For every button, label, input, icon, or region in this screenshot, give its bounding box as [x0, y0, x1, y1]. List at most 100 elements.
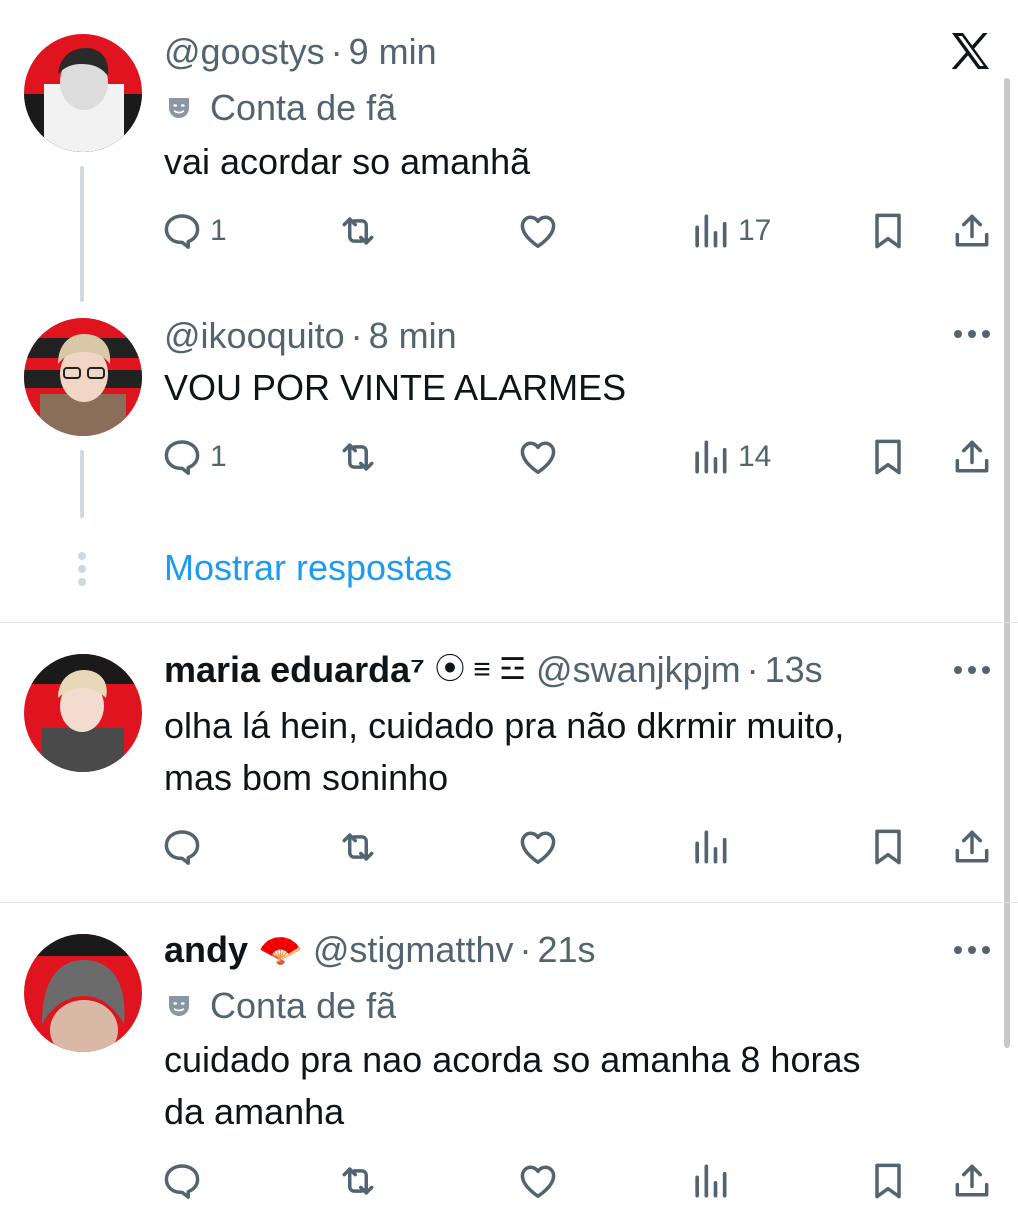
avatar[interactable]: [24, 654, 142, 772]
share-button[interactable]: [950, 206, 994, 256]
reply-text: vai acordar so amanhã: [164, 136, 530, 188]
timestamp[interactable]: 9 min: [349, 30, 437, 74]
display-name[interactable]: andy: [164, 928, 248, 972]
more-options-button[interactable]: [954, 940, 994, 960]
show-replies-link[interactable]: Mostrar respostas: [164, 546, 452, 590]
like-button[interactable]: [516, 206, 560, 256]
user-handle[interactable]: @goostys: [164, 30, 325, 74]
dot: [78, 565, 86, 573]
reply-icon: [160, 1159, 204, 1203]
thread-connector: [80, 450, 84, 518]
timestamp[interactable]: 8 min: [369, 314, 457, 358]
views-count: 14: [738, 440, 772, 473]
user-handle[interactable]: @stigmatthv: [313, 928, 514, 972]
separator: ·: [746, 649, 759, 690]
fan-account-label: Conta de fã: [164, 86, 396, 130]
bookmark-icon: [866, 209, 910, 253]
reply-button[interactable]: [160, 1156, 204, 1206]
reply-text: olha lá hein, cuidado pra não dkrmir mui…: [164, 700, 844, 752]
dot: [954, 946, 962, 954]
more-options-button[interactable]: [954, 660, 994, 680]
reply-text: VOU POR VINTE ALARMES: [164, 362, 626, 414]
reply-header: @ikooquito · 8 min: [164, 314, 457, 358]
reply-button[interactable]: [160, 822, 204, 872]
reply-button[interactable]: 1: [160, 206, 227, 256]
views-button[interactable]: [688, 822, 732, 872]
user-handle[interactable]: @ikooquito: [164, 314, 345, 358]
like-button[interactable]: [516, 1156, 560, 1206]
bookmark-button[interactable]: [866, 1156, 910, 1206]
dot: [954, 666, 962, 674]
dot: [968, 666, 976, 674]
avatar[interactable]: [24, 318, 142, 436]
dot: [982, 666, 990, 674]
retweet-icon: [336, 435, 380, 479]
like-button[interactable]: [516, 822, 560, 872]
fan-account-label: Conta de fã: [164, 984, 396, 1028]
share-icon: [950, 1159, 994, 1203]
more-options-button[interactable]: [954, 324, 994, 344]
thread-connector: [80, 166, 84, 302]
reply-count: 1: [210, 440, 227, 473]
views-count: 17: [738, 214, 772, 247]
display-name[interactable]: maria eduarda⁷: [164, 648, 425, 692]
views-icon: [688, 825, 732, 869]
retweet-icon: [336, 209, 380, 253]
share-icon: [950, 825, 994, 869]
dot: [954, 330, 962, 338]
like-button[interactable]: [516, 432, 560, 482]
views-button[interactable]: 14: [688, 432, 771, 482]
retweet-button[interactable]: [336, 822, 380, 872]
share-button[interactable]: [950, 822, 994, 872]
bookmark-icon: [866, 1159, 910, 1203]
share-button[interactable]: [950, 1156, 994, 1206]
user-handle[interactable]: @swanjkpjm: [536, 648, 741, 692]
bookmark-button[interactable]: [866, 822, 910, 872]
reply-header: @goostys · 9 min: [164, 30, 437, 74]
reply-header: maria eduarda⁷ ⦿ ≡ ☲ @swanjkpjm · 13s: [164, 648, 823, 692]
dot: [968, 330, 976, 338]
bookmark-button[interactable]: [866, 432, 910, 482]
reply-button[interactable]: 1: [160, 432, 227, 482]
retweet-icon: [336, 1159, 380, 1203]
share-button[interactable]: [950, 432, 994, 482]
views-button[interactable]: 17: [688, 206, 771, 256]
name-emoji: 🪭: [258, 929, 303, 970]
action-bar: [160, 822, 1000, 872]
share-icon: [950, 435, 994, 479]
bookmark-icon: [866, 825, 910, 869]
x-logo-icon[interactable]: [946, 28, 994, 76]
separator: ·: [330, 31, 343, 72]
dot: [78, 552, 86, 560]
retweet-button[interactable]: [336, 432, 380, 482]
reply-text: cuidado pra nao acorda so amanha 8 horas: [164, 1034, 860, 1086]
mask-icon: [164, 93, 194, 123]
heart-icon: [516, 825, 560, 869]
views-icon: [688, 1159, 732, 1203]
reply-text-line: cuidado pra nao acorda so amanha 8 horas: [164, 1039, 861, 1080]
fan-account-text: Conta de fã: [210, 87, 397, 128]
dot: [968, 946, 976, 954]
avatar[interactable]: [24, 934, 142, 1052]
reply-icon: [160, 209, 204, 253]
bookmark-button[interactable]: [866, 206, 910, 256]
views-icon: [688, 435, 732, 479]
timestamp[interactable]: 13s: [765, 648, 823, 692]
reply-text-line: olha lá hein, cuidado pra não dkrmir mui…: [164, 705, 845, 746]
reply-header: andy 🪭 @stigmatthv · 21s: [164, 928, 596, 972]
reply-text-line: VOU POR VINTE ALARMES: [164, 367, 627, 408]
reply-count: 1: [210, 214, 227, 247]
reply-text-line: mas bom soninho: [164, 757, 449, 798]
timestamp[interactable]: 21s: [537, 928, 595, 972]
dot: [78, 578, 86, 586]
bookmark-icon: [866, 435, 910, 479]
retweet-button[interactable]: [336, 206, 380, 256]
avatar[interactable]: [24, 34, 142, 152]
views-icon: [688, 209, 732, 253]
retweet-button[interactable]: [336, 1156, 380, 1206]
views-button[interactable]: [688, 1156, 732, 1206]
separator: ·: [350, 315, 363, 356]
reply-text: da amanha: [164, 1086, 344, 1138]
action-bar: [160, 1156, 1000, 1206]
more-replies-indicator: [78, 552, 86, 586]
